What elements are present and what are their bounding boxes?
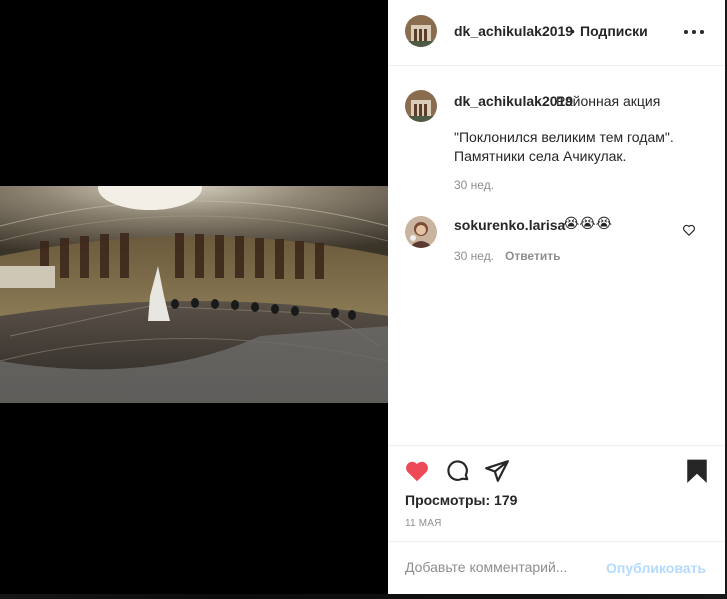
header-separator: • [570, 23, 575, 39]
post-side-panel: dk_achikulak2019 • Подписки dk_achikulak… [388, 0, 725, 594]
reply-button[interactable]: Ответить [505, 249, 560, 263]
comment-timestamp[interactable]: 30 нед. [454, 249, 494, 263]
commenter-avatar[interactable] [405, 216, 437, 248]
post-media[interactable] [0, 0, 388, 594]
more-options-icon[interactable] [684, 24, 708, 40]
comments-section: dk_achikulak2019 Районная акция "Поклони… [388, 67, 725, 445]
heart-filled-icon[interactable] [404, 458, 430, 484]
author-username[interactable]: dk_achikulak2019 [454, 23, 573, 39]
caption-timestamp[interactable]: 30 нед. [454, 178, 494, 192]
view-count[interactable]: Просмотры: 179 [405, 492, 517, 508]
post-header: dk_achikulak2019 • Подписки [388, 0, 725, 66]
publish-button[interactable]: Опубликовать [606, 560, 706, 576]
author-avatar[interactable] [405, 15, 437, 47]
video-still-hall-of-memory [0, 186, 388, 403]
comment-like-heart-icon[interactable] [682, 223, 696, 237]
comment-username[interactable]: sokurenko.larisa [454, 217, 565, 233]
comment-icon[interactable] [445, 458, 471, 484]
caption-text: Районная акция [556, 93, 661, 109]
bookmark-filled-icon[interactable] [684, 458, 710, 484]
post-actions: Просмотры: 179 11 мая [388, 445, 725, 541]
share-icon[interactable] [484, 458, 510, 484]
add-comment-bar: Опубликовать [388, 541, 725, 594]
caption-author-avatar[interactable] [405, 90, 437, 122]
caption-paragraph: "Поклонился великим тем годам". Памятник… [454, 129, 674, 164]
video-frame[interactable] [0, 186, 388, 403]
post-date[interactable]: 11 мая [405, 518, 442, 529]
comment-input[interactable] [405, 559, 605, 575]
comment-text: 😭😭😭 [563, 215, 613, 231]
following-button[interactable]: Подписки [580, 23, 648, 39]
